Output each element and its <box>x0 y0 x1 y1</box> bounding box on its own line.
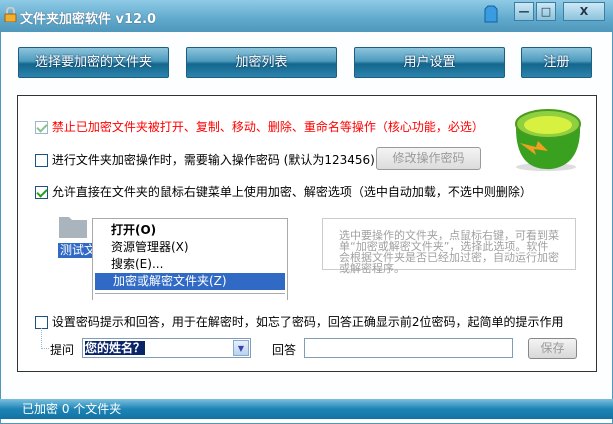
core-protect-checkbox[interactable] <box>35 121 48 134</box>
user-settings-button[interactable]: 用户设置 <box>354 47 505 78</box>
menu-item-open[interactable]: 打开(O) <box>93 222 287 239</box>
close-button[interactable]: X <box>563 2 605 21</box>
core-protect-label: 禁止已加密文件夹被打开、复制、移动、删除、重命名等操作（核心功能，必选） <box>51 120 484 134</box>
hint-box: 选中要操作的文件夹，点鼠标右键，可看到菜单“加密或解密文件夹”，选择此选项。软件… <box>322 218 576 274</box>
menu-item-search[interactable]: 搜索(E)... <box>93 256 287 273</box>
lime-logo-icon <box>515 109 581 171</box>
menu-item-explorer[interactable]: 资源管理器(X) <box>93 239 287 256</box>
folder-icon <box>59 217 87 238</box>
minimize-button[interactable]: — <box>514 2 534 21</box>
change-password-button[interactable]: 修改操作密码 <box>376 147 481 170</box>
question-value[interactable]: 您的姓名？ <box>85 341 146 355</box>
menu-separator <box>95 293 285 294</box>
window-title: 文件夹加密软件 v12.0 <box>20 12 157 27</box>
context-menu-label: 允许直接在文件夹的鼠标右键菜单上使用加密、解密选项（选中自动加载，不选中则删除） <box>51 185 532 199</box>
chevron-down-icon[interactable]: ▼ <box>233 340 249 356</box>
maximize-button[interactable]: □ <box>536 2 556 21</box>
menu-item-encrypt-decrypt[interactable]: 加密或解密文件夹(Z) <box>95 273 285 290</box>
option-password-hint[interactable]: 设置密码提示和回答，用于在解密时，如忘了密码，回答正确显示前2位密码，起简单的提… <box>35 313 563 330</box>
title-bar: 文件夹加密软件 v12.0 — □ X <box>0 0 613 32</box>
save-button[interactable]: 保存 <box>528 338 577 359</box>
status-bar: 已加密 0 个文件夹 <box>0 399 613 419</box>
question-label: 提问 <box>50 343 75 357</box>
require-password-checkbox[interactable] <box>35 154 48 167</box>
require-password-label: 进行文件夹加密操作时，需要输入操作密码 (默认为123456) <box>51 153 375 167</box>
select-folder-button[interactable]: 选择要加密的文件夹 <box>18 47 169 78</box>
context-menu-checkbox[interactable] <box>35 186 48 199</box>
option-context-menu[interactable]: 允许直接在文件夹的鼠标右键菜单上使用加密、解密选项（选中自动加载，不选中则删除） <box>35 183 532 200</box>
status-text: 已加密 0 个文件夹 <box>22 402 122 416</box>
option-require-password[interactable]: 进行文件夹加密操作时，需要输入操作密码 (默认为123456) <box>35 151 375 168</box>
register-button[interactable]: 注册 <box>521 47 592 78</box>
tree-connector <box>41 328 49 349</box>
context-menu: 打开(O) 资源管理器(X) 搜索(E)... 加密或解密文件夹(Z) <box>92 218 288 300</box>
password-hint-label: 设置密码提示和回答，用于在解密时，如忘了密码，回答正确显示前2位密码，起简单的提… <box>51 315 564 329</box>
lock-icon <box>4 7 17 22</box>
encrypt-list-button[interactable]: 加密列表 <box>186 47 337 78</box>
answer-input[interactable] <box>304 338 513 358</box>
answer-label: 回答 <box>272 343 297 357</box>
shirt-icon[interactable] <box>484 5 498 23</box>
option-core-protect[interactable]: 禁止已加密文件夹被打开、复制、移动、删除、重命名等操作（核心功能，必选） <box>35 118 484 135</box>
question-combobox[interactable]: 您的姓名？ ▼ <box>82 338 251 358</box>
